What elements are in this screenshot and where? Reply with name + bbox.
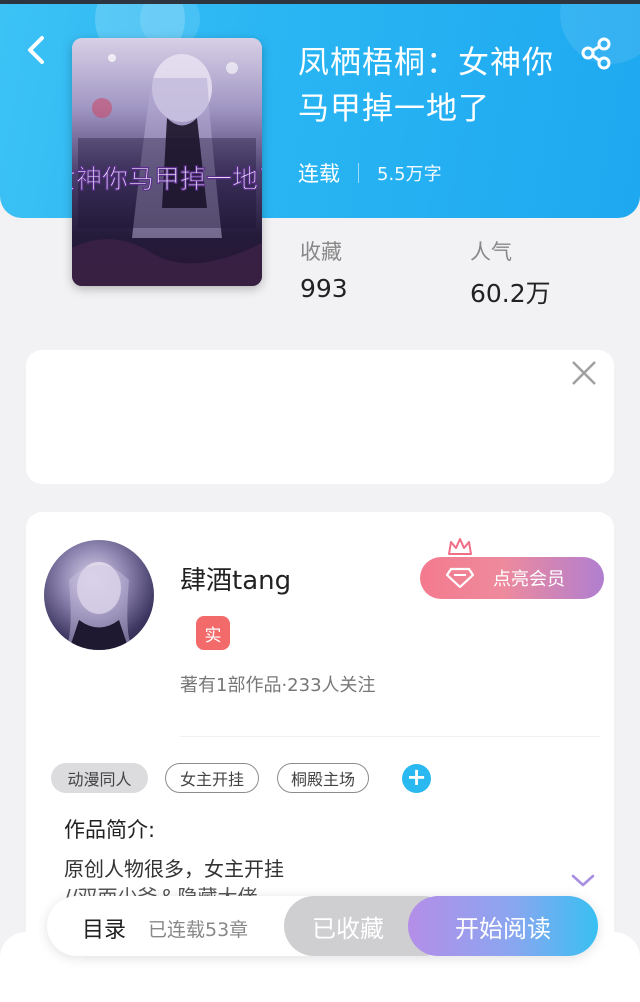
favorites-label: 收藏 xyxy=(300,240,342,264)
crown-icon xyxy=(448,538,472,555)
author-name[interactable]: 肆酒tang xyxy=(180,560,291,597)
chevron-down-icon[interactable] xyxy=(570,872,596,890)
start-reading-button[interactable]: 开始阅读 xyxy=(408,896,598,956)
popularity-count: 60.2万 xyxy=(470,279,551,308)
popularity-label: 人气 xyxy=(470,240,512,264)
close-icon xyxy=(572,361,596,385)
book-status-row: 连载 5.5万字 xyxy=(298,158,442,188)
author-avatar[interactable] xyxy=(44,540,154,650)
verified-badge: 实 xyxy=(196,616,230,650)
back-button[interactable] xyxy=(22,30,54,70)
avatar-image xyxy=(64,562,134,650)
divider xyxy=(358,163,359,183)
vip-button-label: 点亮会员 xyxy=(493,569,565,590)
favorites-count: 993 xyxy=(300,274,348,303)
vip-button[interactable]: 点亮会员 xyxy=(420,557,604,599)
card-divider xyxy=(180,736,600,737)
share-button[interactable] xyxy=(580,36,614,70)
share-icon xyxy=(581,37,611,70)
plus-icon: + xyxy=(406,763,427,791)
back-arrow-icon xyxy=(28,36,44,64)
tag-item[interactable]: 动漫同人 xyxy=(51,763,148,793)
start-reading-label: 开始阅读 xyxy=(455,914,551,943)
serial-status: 连载 xyxy=(298,162,340,186)
close-ad-button[interactable] xyxy=(571,360,597,386)
ad-banner-card xyxy=(26,350,614,484)
chapter-count[interactable]: 已连载53章 xyxy=(148,915,248,942)
diamond-icon xyxy=(446,567,474,589)
book-title: 凤栖梧桐：女神你马甲掉一地了 xyxy=(298,45,554,127)
table-of-contents-button[interactable]: 目录 xyxy=(82,912,126,944)
word-count: 5.5万字 xyxy=(377,164,442,185)
add-tag-button[interactable]: + xyxy=(402,764,431,793)
cover-title-art: 女神你马甲掉一地了 xyxy=(72,165,262,195)
cover-art-image: 女神你马甲掉一地了 xyxy=(72,54,262,286)
favorited-button-label: 已收藏 xyxy=(312,914,384,943)
intro-line: 原创人物很多，女主开挂 xyxy=(64,857,284,881)
tag-item[interactable]: 女主开挂 xyxy=(165,763,259,793)
author-meta: 著有1部作品·233人关注 xyxy=(180,675,376,696)
intro-heading: 作品简介: xyxy=(64,818,156,842)
tag-item[interactable]: 桐殿主场 xyxy=(277,763,369,793)
book-cover[interactable]: 女神你马甲掉一地了 xyxy=(72,38,262,286)
